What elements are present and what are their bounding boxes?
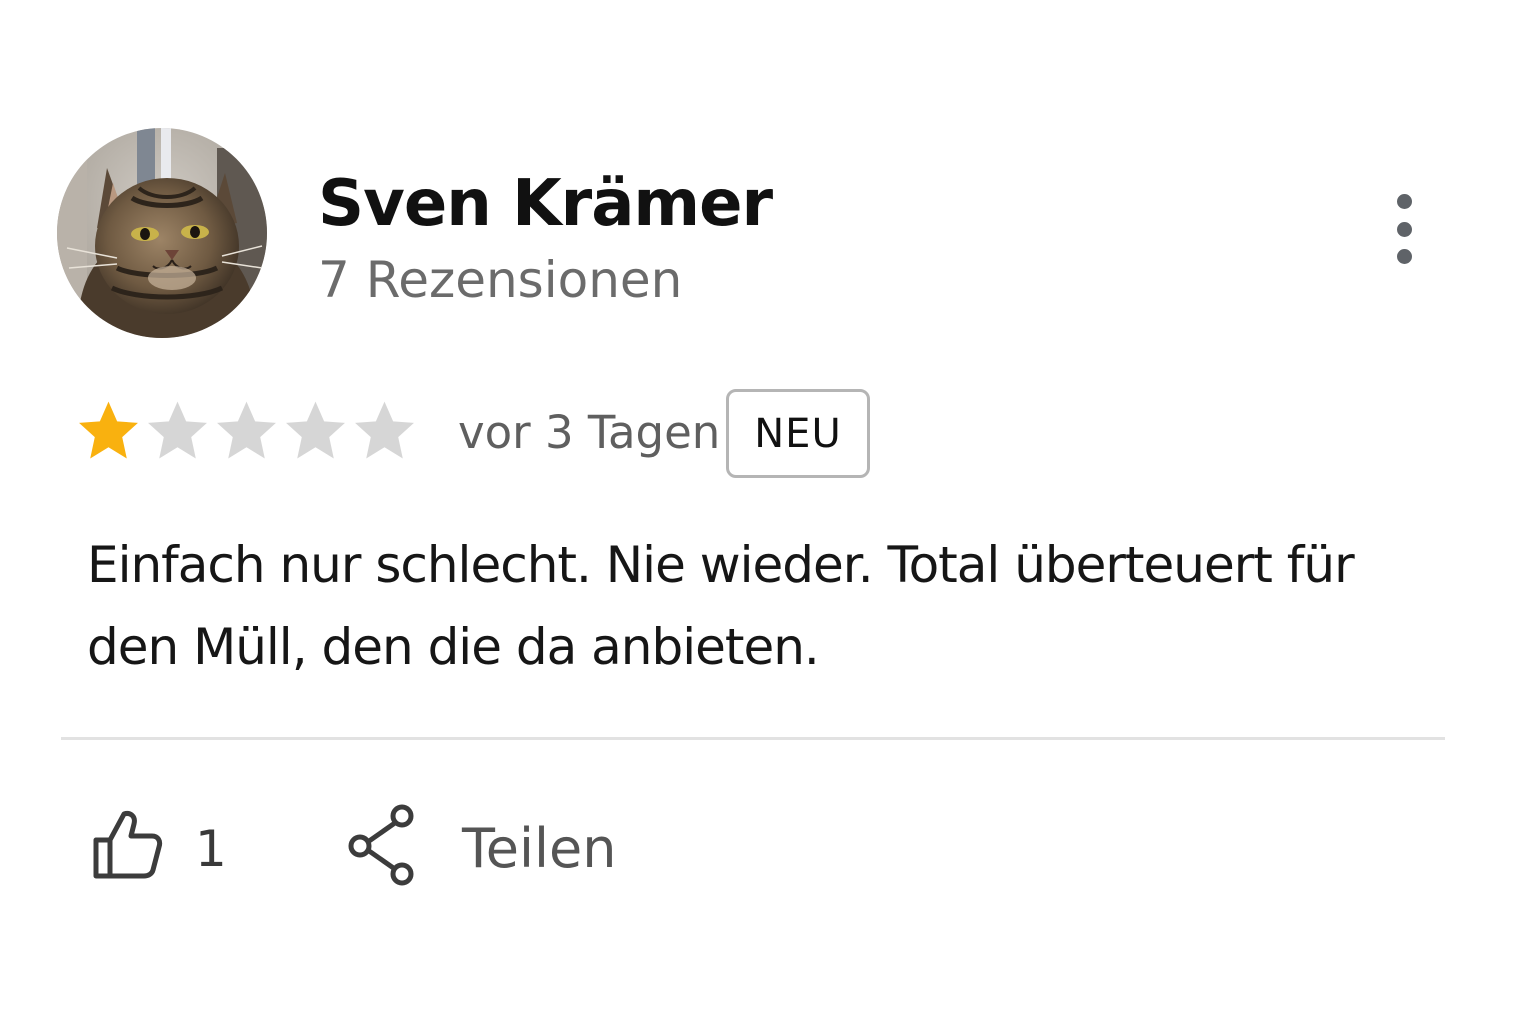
star-empty-icon (352, 398, 417, 462)
divider (61, 737, 1445, 740)
share-button[interactable] (348, 804, 418, 890)
star-empty-icon (214, 398, 279, 462)
share-label[interactable]: Teilen (462, 816, 617, 882)
star-filled-icon (76, 398, 141, 462)
review-card: Sven Krämer 7 Rezensionen vor 3 Tagen NE… (0, 0, 1536, 1024)
new-badge: NEU (726, 389, 870, 478)
review-count[interactable]: 7 Rezensionen (318, 248, 682, 312)
more-vert-dot (1396, 221, 1412, 237)
star-empty-icon (283, 398, 348, 462)
star-rating (76, 398, 417, 462)
cat-photo-avatar (57, 128, 267, 338)
more-options-button[interactable] (1380, 190, 1428, 268)
author-name[interactable]: Sven Krämer (318, 166, 773, 242)
review-text: Einfach nur schlecht. Nie wieder. Total … (87, 536, 1355, 676)
thumbs-up-icon (93, 811, 163, 879)
more-vert-icon (1396, 194, 1412, 209)
like-count: 1 (195, 820, 227, 878)
more-vert-dot (1396, 249, 1412, 264)
avatar[interactable] (57, 128, 267, 338)
share-icon (348, 804, 414, 886)
review-date: vor 3 Tagen (458, 406, 721, 459)
star-empty-icon (145, 398, 210, 462)
like-button[interactable] (90, 806, 164, 884)
